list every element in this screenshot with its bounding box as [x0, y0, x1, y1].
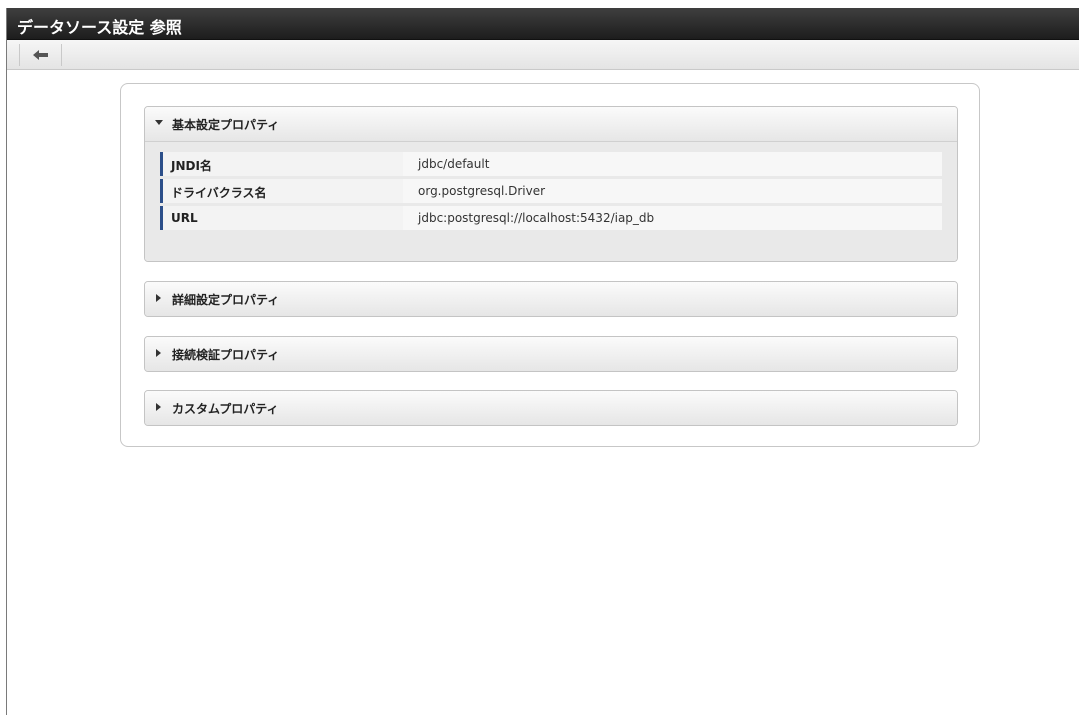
property-row: URL jdbc:postgresql://localhost:5432/iap…: [160, 206, 942, 230]
property-value: jdbc/default: [418, 157, 490, 171]
section-validation-properties: 接続検証プロパティ: [144, 336, 958, 372]
page-title: データソース設定 参照: [17, 18, 182, 37]
section-header-validation[interactable]: 接続検証プロパティ: [145, 337, 957, 371]
section-label: 基本設定プロパティ: [172, 118, 280, 132]
section-header-custom[interactable]: カスタムプロパティ: [145, 391, 957, 425]
toolbar: [7, 40, 1079, 70]
property-value: org.postgresql.Driver: [418, 184, 546, 198]
section-header-basic[interactable]: 基本設定プロパティ: [145, 107, 957, 141]
property-key: URL: [171, 211, 198, 225]
app-window: データソース設定 参照 基本設定プロパティ JNDI名 jdbc/default: [6, 8, 1079, 715]
property-value: jdbc:postgresql://localhost:5432/iap_db: [418, 211, 655, 225]
section-detail-properties: 詳細設定プロパティ: [144, 281, 958, 317]
arrow-left-icon: [33, 50, 48, 60]
section-body-basic: JNDI名 jdbc/default ドライバクラス名 org.postgres…: [145, 141, 957, 261]
chevron-right-icon: [156, 349, 161, 357]
section-label: 接続検証プロパティ: [172, 348, 280, 362]
property-value-cell: jdbc/default: [403, 152, 942, 176]
title-bar: データソース設定 参照: [7, 8, 1079, 40]
chevron-right-icon: [156, 403, 161, 411]
settings-panel: 基本設定プロパティ JNDI名 jdbc/default ドライバクラス名 or…: [120, 83, 980, 447]
property-key: ドライバクラス名: [171, 186, 267, 200]
section-basic-properties: 基本設定プロパティ JNDI名 jdbc/default ドライバクラス名 or…: [144, 106, 958, 262]
chevron-right-icon: [156, 294, 161, 302]
property-row: JNDI名 jdbc/default: [160, 152, 942, 176]
chevron-down-icon: [155, 120, 163, 125]
back-button[interactable]: [19, 44, 62, 66]
section-label: カスタムプロパティ: [172, 402, 279, 416]
property-key: JNDI名: [171, 159, 212, 173]
section-label: 詳細設定プロパティ: [172, 293, 280, 307]
section-header-detail[interactable]: 詳細設定プロパティ: [145, 282, 957, 316]
property-value-cell: org.postgresql.Driver: [403, 179, 942, 203]
property-value-cell: jdbc:postgresql://localhost:5432/iap_db: [403, 206, 942, 230]
section-custom-properties: カスタムプロパティ: [144, 390, 958, 426]
property-row: ドライバクラス名 org.postgresql.Driver: [160, 179, 942, 203]
